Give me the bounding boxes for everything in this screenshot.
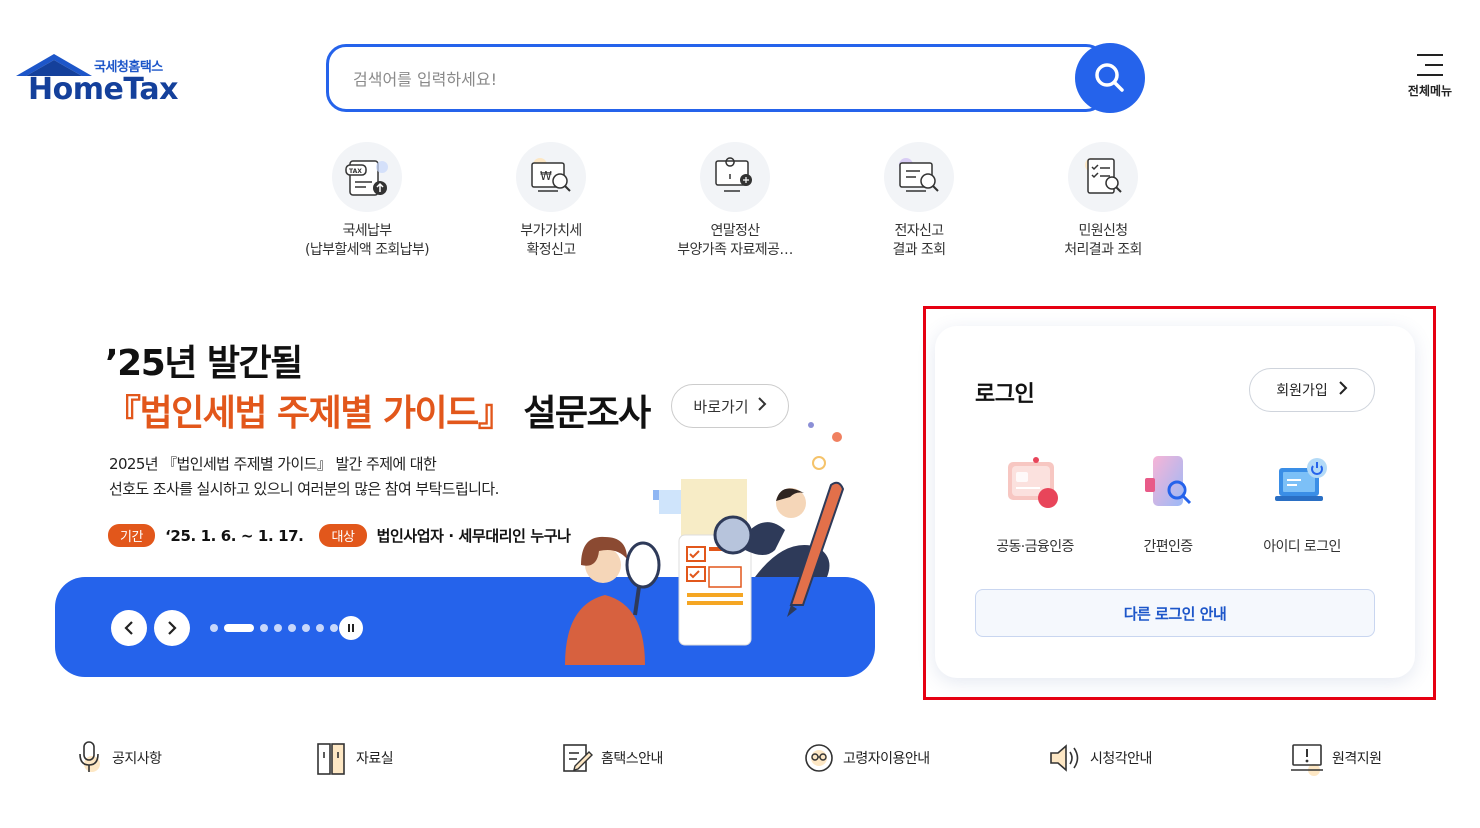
login-option-simple-auth[interactable]: 간편인증 xyxy=(1103,454,1233,556)
simple-auth-icon xyxy=(1145,456,1192,506)
main-banner: ’25년 발간될 『법인세법 주제별 가이드』 설문조사 바로가기 2025년 … xyxy=(55,300,875,680)
quick-label-1: 연말정산 xyxy=(710,223,760,239)
footer-link-label: 시청각안내 xyxy=(1090,751,1152,767)
search-box xyxy=(326,44,1106,112)
footer-link-audiovisual[interactable]: 시청각안내 xyxy=(1048,740,1152,776)
slide-dot[interactable] xyxy=(302,624,310,632)
quick-item-e-filing[interactable]: 전자신고결과 조회 xyxy=(829,142,1009,260)
remote-support-icon xyxy=(1291,744,1323,776)
banner-description: 2025년 『법인세법 주제별 가이드』 발간 주제에 대한 선호도 조사를 실… xyxy=(109,452,499,502)
chevron-right-icon xyxy=(1338,381,1348,399)
senior-icon xyxy=(805,744,833,772)
period-tag: 기간 xyxy=(108,524,156,547)
archive-icon xyxy=(317,743,345,775)
footer-links: 공지사항 자료실 홈택스안내 고령자이용안내 시청각안내 원격지원 xyxy=(0,740,1480,780)
login-title: 로그인 xyxy=(975,382,1035,407)
quick-label-1: 부가가치세 xyxy=(520,223,582,239)
banner-desc-line2: 선호도 조사를 실시하고 있으니 여러분의 많은 참여 부탁드립니다. xyxy=(109,480,499,498)
footer-link-label: 자료실 xyxy=(356,751,394,767)
banner-go-button[interactable]: 바로가기 xyxy=(671,384,789,428)
e-filing-result-icon xyxy=(884,142,954,212)
slide-dot[interactable] xyxy=(224,624,254,632)
chevron-left-icon xyxy=(124,621,133,635)
tax-payment-icon: TAX xyxy=(332,142,402,212)
banner-prev-button[interactable] xyxy=(111,610,147,646)
quick-label-1: 민원신청 xyxy=(1078,223,1128,239)
target-tag: 대상 xyxy=(319,524,367,547)
login-option-id[interactable]: 아이디 로그인 xyxy=(1237,454,1367,556)
footer-link-label: 고령자이용안내 xyxy=(843,751,930,767)
pause-icon xyxy=(348,624,354,632)
quick-label-1: 국세납부 xyxy=(342,223,392,239)
login-option-label: 아이디 로그인 xyxy=(1263,539,1341,555)
chevron-right-icon xyxy=(757,397,767,415)
full-menu-button[interactable]: 전체메뉴 xyxy=(1400,52,1460,108)
banner-title-highlight: 『법인세법 주제별 가이드』 xyxy=(105,393,514,434)
login-card: 로그인 회원가입 공동·금융인증 간편인증 아이디 로그인 다른 로그인 안내 xyxy=(935,326,1415,678)
certificate-icon xyxy=(1008,457,1058,508)
banner-desc-line1: 2025년 『법인세법 주제별 가이드』 발간 주제에 대한 xyxy=(109,455,437,473)
banner-go-label: 바로가기 xyxy=(693,397,749,416)
period-value: ‘25. 1. 6. ~ 1. 17. xyxy=(165,526,304,545)
slide-dot[interactable] xyxy=(274,624,282,632)
footer-link-label: 원격지원 xyxy=(1332,751,1382,767)
guide-icon xyxy=(563,744,593,772)
speaker-icon xyxy=(1050,744,1079,772)
footer-link-archive[interactable]: 자료실 xyxy=(316,740,394,776)
banner-next-button[interactable] xyxy=(154,610,190,646)
quick-item-year-end[interactable]: 연말정산부양가족 자료제공… xyxy=(645,142,825,260)
login-option-label: 공동·금융인증 xyxy=(996,539,1074,555)
slide-dot[interactable] xyxy=(210,624,218,632)
banner-title-line2: 『법인세법 주제별 가이드』 설문조사 xyxy=(105,384,651,436)
hamburger-icon xyxy=(1417,54,1443,76)
banner-meta: 기간 ‘25. 1. 6. ~ 1. 17. 대상 법인사업자 · 세무대리인 … xyxy=(108,524,587,547)
quick-label-2: 부양가족 자료제공… xyxy=(677,242,793,258)
login-option-label: 간편인증 xyxy=(1143,539,1193,555)
quick-label-2: 확정신고 xyxy=(526,242,576,258)
svg-text:TAX: TAX xyxy=(349,168,362,175)
banner-title-line1: ’25년 발간될 xyxy=(105,343,303,384)
year-end-settlement-icon xyxy=(700,142,770,212)
other-login-guide-button[interactable]: 다른 로그인 안내 xyxy=(975,589,1375,637)
footer-link-notice[interactable]: 공지사항 xyxy=(76,740,162,776)
vat-report-icon: ₩ xyxy=(516,142,586,212)
search-button[interactable] xyxy=(1075,43,1145,113)
chevron-right-icon xyxy=(168,621,177,635)
microphone-icon xyxy=(79,741,100,772)
civil-petition-icon xyxy=(1068,142,1138,212)
quick-item-tax-payment[interactable]: TAX 국세납부 (납부할세액 조회납부) xyxy=(277,142,457,260)
quick-label-1: 전자신고 xyxy=(894,223,944,239)
slide-dot[interactable] xyxy=(316,624,324,632)
full-menu-label: 전체메뉴 xyxy=(1407,84,1453,98)
hometax-logo[interactable]: 국세청홈택스 HomeTax xyxy=(14,52,184,108)
pause-button[interactable] xyxy=(339,616,363,640)
footer-link-guide[interactable]: 홈택스안내 xyxy=(561,740,663,776)
footer-link-label: 홈택스안내 xyxy=(601,751,663,767)
slide-indicators xyxy=(210,624,338,632)
quick-label-2: (납부할세액 조회납부) xyxy=(304,242,430,258)
id-login-icon xyxy=(1275,458,1327,501)
quick-label-2: 결과 조회 xyxy=(892,242,947,258)
search-input[interactable] xyxy=(353,65,1053,93)
slide-dot[interactable] xyxy=(288,624,296,632)
quick-item-civil-petition[interactable]: 민원신청처리결과 조회 xyxy=(1013,142,1193,260)
join-button[interactable]: 회원가입 xyxy=(1249,368,1375,412)
survey-illustration xyxy=(565,422,845,665)
login-option-certificate[interactable]: 공동·금융인증 xyxy=(970,454,1100,556)
svg-text:₩: ₩ xyxy=(540,169,552,183)
slide-dot[interactable] xyxy=(260,624,268,632)
banner-title-rest: 설문조사 xyxy=(512,393,651,434)
quick-label-2: 처리결과 조회 xyxy=(1064,242,1142,258)
search-icon xyxy=(1095,63,1124,92)
footer-link-senior[interactable]: 고령자이용안내 xyxy=(803,740,930,776)
footer-link-label: 공지사항 xyxy=(112,751,162,767)
footer-link-remote[interactable]: 원격지원 xyxy=(1290,740,1382,776)
target-value: 법인사업자 · 세무대리인 누구나 xyxy=(376,527,571,545)
join-label: 회원가입 xyxy=(1276,383,1328,399)
quick-services: TAX 국세납부 (납부할세액 조회납부) ₩ 부가가치세 확정신고 연말정산 … xyxy=(0,142,1480,272)
slide-dot[interactable] xyxy=(330,624,338,632)
quick-item-vat-report[interactable]: ₩ 부가가치세확정신고 xyxy=(461,142,641,260)
logo-title: HomeTax xyxy=(28,72,179,107)
